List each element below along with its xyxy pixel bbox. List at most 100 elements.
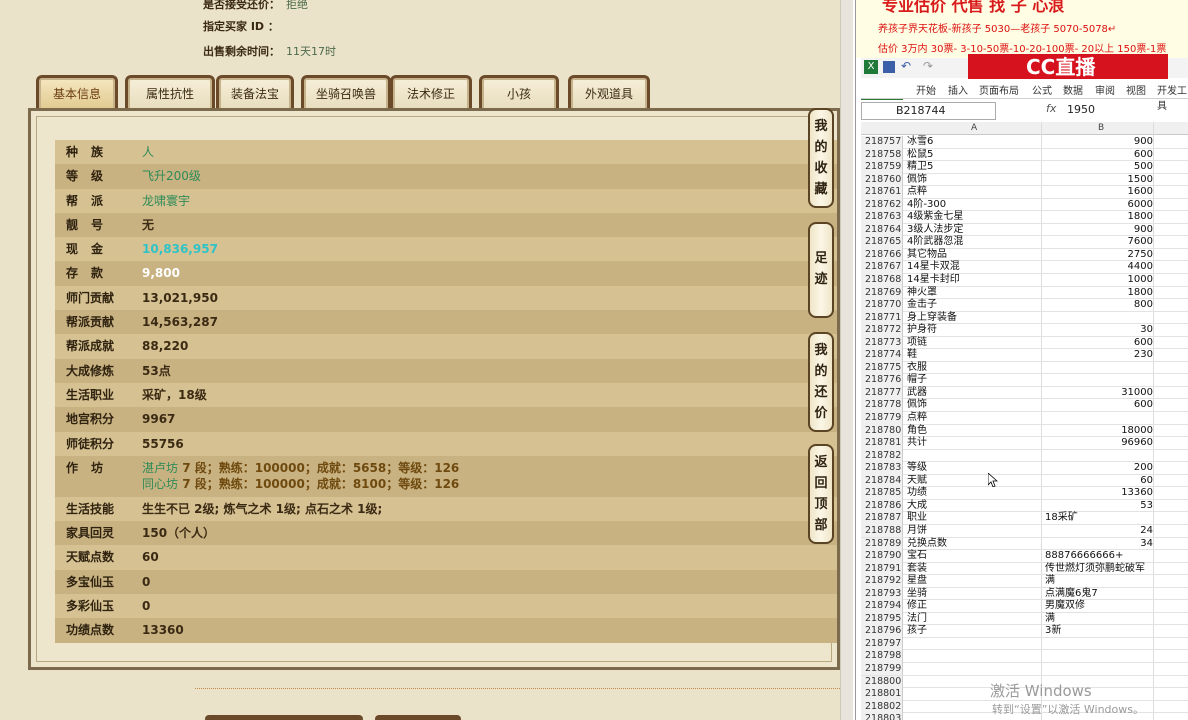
row-number[interactable]: 218802 — [861, 700, 903, 714]
bottom-button[interactable] — [205, 715, 363, 720]
sheet-row[interactable]: 218782 — [861, 449, 1188, 463]
tab-basic-info[interactable]: 基本信息 — [36, 75, 118, 110]
sheet-row[interactable]: 218790 宝石 88876666666+ — [861, 550, 1188, 563]
cell-b[interactable]: 96960 — [1041, 437, 1153, 450]
sheet-row[interactable]: 218763 4级紫金七星 1800 — [861, 211, 1188, 224]
cell-a[interactable]: 4级紫金七星 — [907, 211, 963, 224]
fx-icon[interactable]: fx — [1046, 102, 1056, 115]
sheet-row[interactable]: 218779 点粹 — [861, 412, 1188, 425]
cell-a[interactable]: 法门 — [907, 613, 927, 626]
cell-b[interactable]: 31000 — [1041, 387, 1153, 400]
sheet-row[interactable]: 218765 4阶武器忽混 7600 — [861, 236, 1188, 249]
cell-b[interactable]: 34 — [1041, 538, 1153, 551]
sheet-row[interactable]: 218773 项链 600 — [861, 336, 1188, 350]
row-number[interactable]: 218776 — [861, 374, 903, 387]
ribbon-tab-insert[interactable]: 插入 — [948, 82, 968, 97]
cell-b[interactable]: 7600 — [1041, 236, 1153, 249]
ribbon-tab-page-layout[interactable]: 页面布局 — [979, 82, 1019, 97]
ribbon-tab-data[interactable]: 数据 — [1063, 82, 1083, 97]
sheet-row[interactable]: 218777 武器 31000 — [861, 386, 1188, 400]
sheet-row[interactable]: 218770 金击子 800 — [861, 299, 1188, 312]
row-number[interactable]: 218800 — [861, 675, 903, 689]
ribbon-tab-review[interactable]: 审阅 — [1095, 82, 1115, 97]
cell-a[interactable]: 佩饰 — [907, 399, 927, 412]
cell-a[interactable]: 护身符 — [907, 324, 937, 337]
cell-a[interactable]: 共计 — [907, 437, 927, 450]
cell-b[interactable]: 88876666666+ — [1045, 550, 1123, 563]
cell-a[interactable]: 月饼 — [907, 525, 927, 538]
column-header-b[interactable]: B — [1098, 123, 1104, 133]
row-number[interactable]: 218783 — [861, 462, 903, 475]
row-number[interactable]: 218801 — [861, 688, 903, 701]
sheet-row[interactable]: 218769 神火罩 1800 — [861, 286, 1188, 300]
side-button-favorites[interactable]: 我的收藏 — [808, 108, 834, 208]
sheet-row[interactable]: 218772 护身符 30 — [861, 324, 1188, 337]
cell-b[interactable]: 6000 — [1041, 199, 1153, 212]
cell-b[interactable]: 200 — [1041, 462, 1153, 475]
sheet-row[interactable]: 218791 套装 传世燃灯须弥鹏蛇破军 — [861, 562, 1188, 576]
cell-a[interactable]: 功绩 — [907, 487, 927, 500]
sheet-row[interactable]: 218760 佩饰 1500 — [861, 173, 1188, 187]
row-number[interactable]: 218773 — [861, 336, 903, 350]
cell-a[interactable]: 冰雪6 — [907, 136, 933, 149]
sheet-row[interactable]: 218766 其它物品 2750 — [861, 248, 1188, 262]
tab-attributes[interactable]: 属性抗性 — [125, 75, 215, 110]
cell-b[interactable]: 4400 — [1041, 261, 1153, 274]
row-number[interactable]: 218770 — [861, 299, 903, 312]
row-number[interactable]: 218789 — [861, 537, 903, 550]
cell-b[interactable]: 满 — [1045, 613, 1055, 626]
sheet-row[interactable]: 218774 鞋 230 — [861, 349, 1188, 362]
cell-a[interactable]: 精卫5 — [907, 161, 933, 174]
cell-a[interactable]: 等级 — [907, 462, 927, 475]
cell-a[interactable]: 14星卡封印 — [907, 274, 960, 287]
sheet-row[interactable]: 218788 月饼 24 — [861, 524, 1188, 538]
save-icon[interactable] — [883, 61, 895, 73]
cell-b[interactable]: 满 — [1045, 575, 1055, 588]
cell-b[interactable]: 230 — [1041, 349, 1153, 362]
cell-b[interactable]: 1800 — [1041, 211, 1153, 224]
cell-b[interactable]: 30 — [1041, 324, 1153, 337]
row-number[interactable]: 218790 — [861, 550, 903, 563]
row-number[interactable]: 218760 — [861, 173, 903, 187]
cell-b[interactable]: 1800 — [1041, 287, 1153, 300]
cell-a[interactable]: 套装 — [907, 563, 927, 576]
cell-b[interactable]: 800 — [1041, 299, 1153, 312]
side-button-my-offers[interactable]: 我的还价 — [808, 332, 834, 432]
sheet-row[interactable]: 218783 等级 200 — [861, 462, 1188, 475]
cell-a[interactable]: 宝石 — [907, 550, 927, 563]
cell-a[interactable]: 项链 — [907, 337, 927, 350]
cell-b[interactable]: 点满魔6鬼7 — [1045, 588, 1098, 601]
cell-b[interactable]: 53 — [1041, 500, 1153, 513]
spreadsheet-grid[interactable]: 218757 冰雪6 900 218758 松鼠5 600 218759 精卫5 500 2187… — [861, 136, 1188, 720]
row-number[interactable]: 218779 — [861, 412, 903, 425]
sheet-row[interactable]: 218785 功绩 13360 — [861, 487, 1188, 500]
cell-b[interactable]: 60 — [1041, 475, 1153, 488]
sheet-row[interactable]: 218797 — [861, 637, 1188, 651]
cell-a[interactable]: 金击子 — [907, 299, 937, 312]
row-number[interactable]: 218762 — [861, 198, 903, 212]
row-number[interactable]: 218764 — [861, 223, 903, 237]
cell-a[interactable]: 点粹 — [907, 412, 927, 425]
sheet-row[interactable]: 218795 法门 满 — [861, 612, 1188, 626]
sheet-row[interactable]: 218761 点粹 1600 — [861, 186, 1188, 199]
sheet-row[interactable]: 218792 星盘 满 — [861, 575, 1188, 588]
cell-b[interactable]: 600 — [1041, 399, 1153, 412]
cell-b[interactable]: 600 — [1041, 149, 1153, 162]
cell-b[interactable]: 18000 — [1041, 425, 1153, 438]
sheet-row[interactable]: 218776 帽子 — [861, 374, 1188, 387]
cell-a[interactable]: 14星卡双混 — [907, 261, 960, 274]
cell-a[interactable]: 修正 — [907, 600, 927, 613]
cell-b[interactable]: 1500 — [1041, 174, 1153, 187]
ribbon-tab-formulas[interactable]: 公式 — [1032, 82, 1052, 97]
cell-b[interactable]: 1000 — [1041, 274, 1153, 287]
cell-a[interactable]: 天赋 — [907, 475, 927, 488]
cell-b[interactable]: 600 — [1041, 337, 1153, 350]
page-scrollbar[interactable] — [840, 0, 853, 720]
cell-b[interactable]: 男魔双修 — [1045, 600, 1085, 613]
cell-b[interactable]: 24 — [1041, 525, 1153, 538]
cell-a[interactable]: 孩子 — [907, 625, 927, 638]
cell-a[interactable]: 佩饰 — [907, 174, 927, 187]
row-number[interactable]: 218768 — [861, 274, 903, 287]
tab-equipment[interactable]: 装备法宝 — [216, 75, 294, 110]
cell-a[interactable]: 点粹 — [907, 186, 927, 199]
